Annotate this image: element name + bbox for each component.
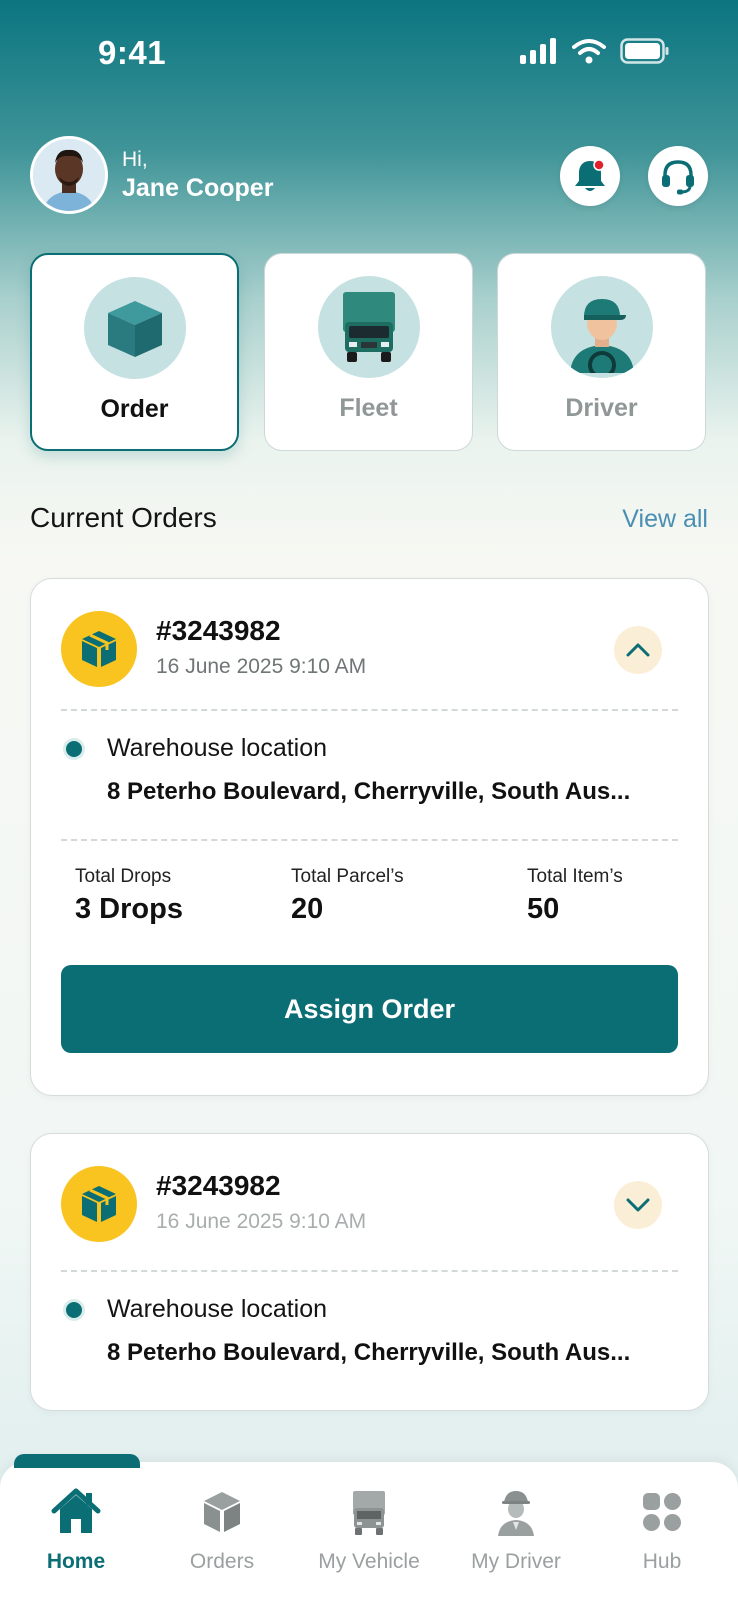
status-bar: 9:41 [0,0,738,110]
nav-my-vehicle[interactable]: My Vehicle [299,1484,439,1574]
avatar[interactable] [30,136,108,214]
category-order-label: Order [100,395,169,423]
expand-button[interactable] [614,1181,662,1229]
active-tab-indicator [14,1454,140,1468]
category-fleet-card[interactable]: Fleet [264,253,473,451]
category-order-badge [83,277,186,379]
category-driver-card[interactable]: Driver [497,253,706,451]
wifi-icon [572,39,606,64]
parcel-icon [82,631,116,667]
category-fleet-label: Fleet [339,394,398,422]
nav-home[interactable]: Home [6,1484,146,1574]
category-driver-badge [550,276,653,378]
collapse-button[interactable] [614,626,662,674]
order-id: #3243982 [156,615,281,646]
nav-my-driver[interactable]: My Driver [446,1484,586,1574]
bottom-nav: Home Orders My Vehicle My Driver Hub [0,1454,738,1600]
total-items-label: Total Item’s [527,866,623,887]
total-drops-label: Total Drops [75,866,172,887]
vehicle-icon [353,1491,385,1535]
divider [61,709,678,711]
status-time: 9:41 [98,34,167,71]
nav-my-vehicle-label: My Vehicle [318,1550,420,1573]
package-box-icon [107,301,162,357]
nav-orders[interactable]: Orders [152,1484,292,1574]
user-name: Jane Cooper [122,174,274,202]
signal-icon [520,38,556,64]
total-drops-value: 3 Drops [75,893,183,925]
location-dot [63,738,85,760]
assign-order-button[interactable]: Assign Order [61,965,678,1053]
status-icons [520,38,670,64]
total-parcels-label: Total Parcel’s [291,866,404,887]
nav-home-label: Home [46,1550,106,1573]
view-all-link[interactable]: View all [622,505,708,534]
home-icon [51,1488,101,1533]
divider [61,839,678,841]
parcel-icon [82,1186,116,1222]
nav-my-driver-label: My Driver [471,1550,561,1573]
current-orders-title: Current Orders [30,502,217,533]
order-badge [61,1166,137,1242]
order-badge [61,611,137,687]
order-date: 16 June 2025 9:10 AM [156,655,367,678]
support-button[interactable] [648,146,708,206]
order-date: 16 June 2025 9:10 AM [156,1210,367,1233]
warehouse-address: 8 Peterho Boulevard, Cherryville, South … [107,1339,631,1366]
order-card[interactable]: #3243982 16 June 2025 9:10 AM Warehouse … [30,1133,709,1411]
warehouse-location-label: Warehouse location [107,734,328,762]
driver-icon [569,299,634,373]
category-fleet-badge [317,276,420,378]
nav-hub[interactable]: Hub [592,1484,732,1574]
warehouse-address: 8 Peterho Boulevard, Cherryville, South … [107,778,631,805]
location-dot [63,1299,85,1321]
nav-orders-label: Orders [189,1550,255,1573]
total-items-value: 50 [527,893,560,925]
greeting-hi: Hi, [122,148,148,171]
order-card[interactable]: #3243982 16 June 2025 9:10 AM Warehouse … [30,578,709,1096]
total-parcels-value: 20 [291,893,324,925]
category-order-card[interactable]: Order [30,253,239,451]
truck-icon [342,292,395,362]
chevron-down-icon [626,1198,650,1212]
box-icon [204,1492,240,1532]
divider [61,1270,678,1272]
grid-hub-icon [643,1493,681,1531]
battery-icon [620,38,669,64]
order-id: #3243982 [156,1170,281,1201]
category-driver-label: Driver [565,394,638,422]
notification-button[interactable] [560,146,620,206]
headset-icon [662,160,694,195]
warehouse-location-label: Warehouse location [107,1295,328,1323]
pilot-driver-icon [498,1491,534,1536]
chevron-up-icon [626,643,650,657]
nav-hub-label: Hub [642,1550,682,1573]
user-avatar-icon [33,139,105,211]
bell-icon [575,159,605,191]
